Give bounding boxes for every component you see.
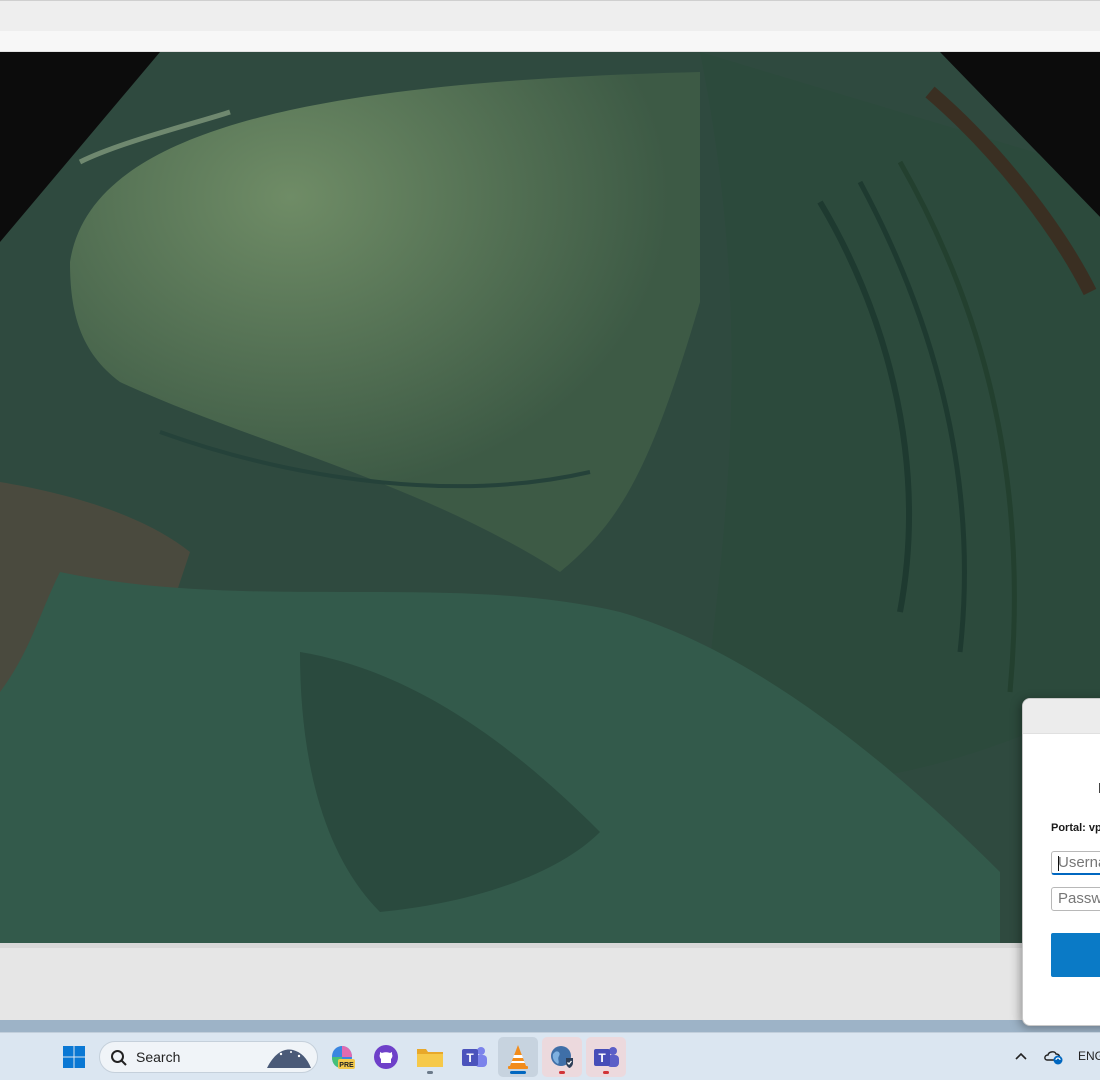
copilot-pre-icon: PRE [332,1046,355,1069]
teams-work-icon: T [594,1047,619,1067]
taskbar-teams-work[interactable]: T [586,1037,626,1077]
username-input[interactable]: Userna [1051,851,1100,875]
username-placeholder: Userna [1058,854,1100,871]
globe-shield-icon [551,1046,573,1068]
video-image [0,52,1100,943]
password-placeholder: Passwo [1058,890,1100,907]
taskbar-vlc[interactable] [498,1037,538,1077]
desktop-background [0,1020,1100,1032]
text-caret [1058,856,1059,871]
running-indicator [427,1071,433,1074]
portal-label: Portal: vp [1051,822,1100,834]
search-placeholder: Search [136,1049,181,1065]
attention-indicator [603,1071,609,1074]
onedrive-sync-icon[interactable] [1042,1045,1064,1067]
windows-logo-icon [63,1046,85,1068]
video-frame[interactable] [0,52,1100,943]
teams-work-letter: T [598,1051,606,1065]
taskbar-search[interactable]: Search [99,1041,318,1073]
connect-button[interactable] [1051,933,1100,977]
vlc-cone-icon [508,1045,528,1069]
vpn-login-dialog: Portal: vp Userna Passwo [1022,698,1100,1026]
teams-icon: T [462,1047,487,1067]
chevron-up-icon[interactable] [1010,1045,1032,1067]
window-toolbar [0,31,1100,52]
taskbar-teams[interactable]: T [454,1037,494,1077]
controls-panel [0,948,1100,1020]
search-icon [111,1050,127,1066]
taskbar-github[interactable] [366,1037,406,1077]
taskbar-copilot-pre[interactable]: PRE [322,1037,362,1077]
active-indicator [510,1071,526,1074]
language-indicator[interactable]: ENG [1078,1049,1100,1063]
window-title-bar [0,0,1100,31]
password-input[interactable]: Passwo [1051,887,1100,911]
attention-indicator [559,1071,565,1074]
github-icon [374,1045,398,1069]
start-button[interactable] [54,1037,94,1077]
search-highlight-art-icon [267,1049,311,1068]
taskbar-vpn-client[interactable] [542,1037,582,1077]
copilot-pre-badge: PRE [339,1062,354,1069]
taskbar: Search PRE T T ENG [0,1032,1100,1080]
teams-letter: T [466,1051,474,1065]
taskbar-file-explorer[interactable] [410,1037,450,1077]
folder-icon [417,1049,443,1067]
vpn-dialog-titlebar[interactable] [1023,699,1100,734]
